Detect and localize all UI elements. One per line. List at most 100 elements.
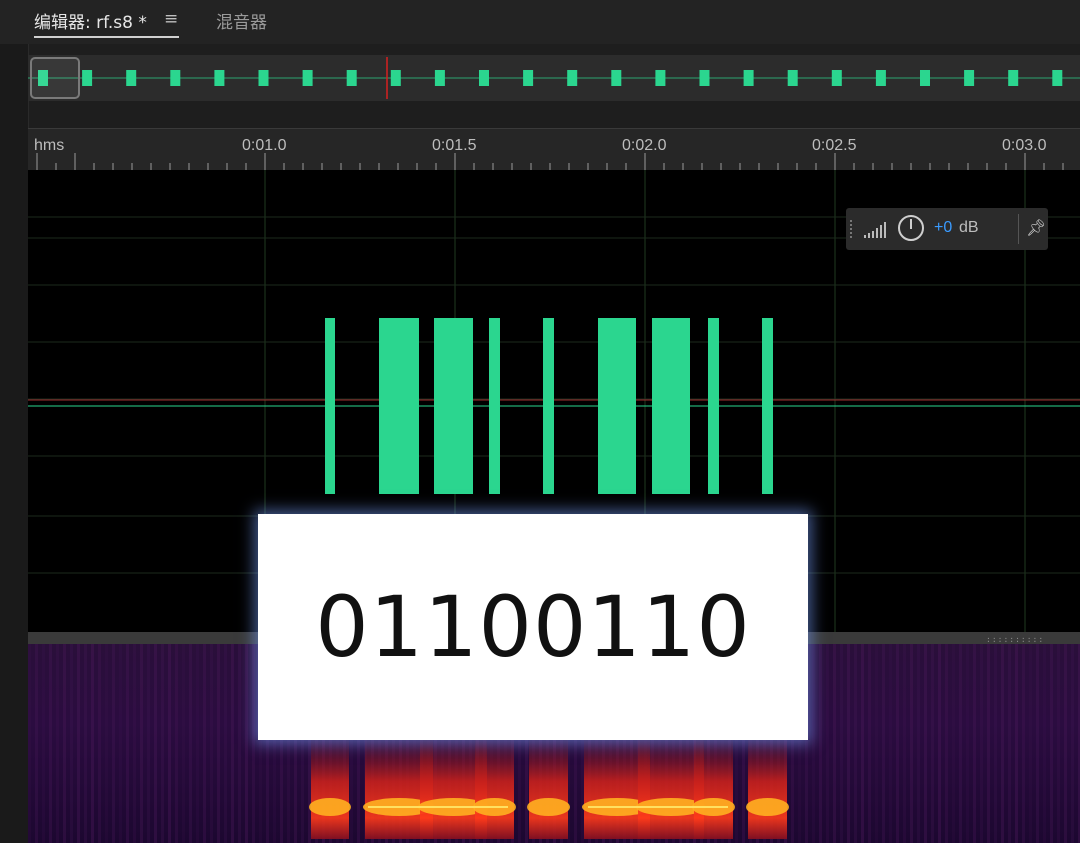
spectrogram-texture: [924, 644, 927, 843]
ruler-label-5: 0:03.0: [1002, 137, 1047, 154]
overview-block: [390, 70, 401, 86]
spectrogram-texture: [175, 644, 178, 843]
spectrogram-texture: [840, 644, 843, 843]
spectrogram-texture: [959, 644, 962, 843]
overview-zoom-handle[interactable]: [30, 57, 80, 99]
spectrogram-texture: [56, 644, 59, 843]
overview-block: [831, 70, 842, 86]
left-panel-edge: [0, 44, 29, 843]
overview-block: [920, 70, 930, 86]
spectrogram-texture: [140, 644, 143, 843]
waveform-burst: [325, 318, 335, 494]
spectrogram-texture: [847, 644, 850, 843]
spectrogram-texture: [966, 644, 969, 843]
spectrogram-texture: [1029, 644, 1032, 843]
pin-icon[interactable]: 📌︎: [1026, 218, 1046, 237]
gain-value: +0: [934, 219, 953, 236]
overview-block: [655, 70, 666, 86]
spectrogram-texture: [938, 644, 941, 843]
spectrogram-texture: [49, 644, 52, 843]
spectrogram-texture: [112, 644, 115, 843]
spectrogram-texture: [105, 644, 108, 843]
waveform-burst: [598, 318, 636, 494]
spectrogram-core: [309, 798, 351, 816]
spectrogram-texture: [882, 644, 885, 843]
spectrogram-texture: [826, 644, 829, 843]
spectrogram-texture: [987, 644, 990, 843]
overview-block: [1008, 70, 1019, 86]
waveform-burst: [762, 318, 773, 494]
overview-block: [875, 70, 886, 86]
spectrogram-texture: [1050, 644, 1053, 843]
spectrogram-texture: [231, 644, 234, 843]
tab-mixer[interactable]: 混音器: [216, 8, 267, 33]
binary-overlay-card: 01100110: [258, 514, 808, 740]
spectrogram-texture: [203, 644, 206, 843]
overview-block: [743, 70, 754, 86]
binary-value: 01100110: [315, 578, 751, 676]
waveform-burst: [652, 318, 690, 494]
tab-menu-icon[interactable]: ≡: [164, 9, 178, 29]
spectrogram-burst: [529, 734, 568, 839]
spectrogram-texture: [1008, 644, 1011, 843]
overview-block: [699, 70, 710, 86]
spectrogram-texture: [77, 644, 80, 843]
tab-editor[interactable]: 编辑器: rf.s8 *: [34, 8, 147, 33]
signal-bars-icon: [864, 222, 886, 238]
spectrogram-texture: [182, 644, 185, 843]
spectrogram-texture: [945, 644, 948, 843]
spectrogram-texture: [161, 644, 164, 843]
spectrogram-texture: [1071, 644, 1074, 843]
overview-navigator[interactable]: [28, 55, 1080, 101]
spectrogram-texture: [70, 644, 73, 843]
spectrogram-texture: [217, 644, 220, 843]
spectrogram-texture: [91, 644, 94, 843]
spectrogram-texture: [119, 644, 122, 843]
overview-block: [787, 70, 798, 86]
spectrogram-core: [746, 798, 789, 816]
overview-block: [1052, 70, 1063, 86]
editor-tab-bar: 编辑器: rf.s8 * ≡ 混音器: [0, 0, 1080, 44]
active-tab-indicator: [34, 36, 179, 38]
spectrogram-core: [527, 798, 570, 816]
ruler-ticks: [36, 153, 1064, 171]
spectrogram-texture: [168, 644, 171, 843]
hud-grip-handle[interactable]: [850, 220, 856, 238]
spectrogram-texture: [1043, 644, 1046, 843]
overview-block: [302, 70, 313, 86]
spectrogram-texture: [196, 644, 199, 843]
overview-block: [214, 70, 225, 86]
spectrogram-texture: [189, 644, 192, 843]
waveform-burst: [708, 318, 719, 494]
spectrogram-texture: [1057, 644, 1060, 843]
spectrogram-texture: [28, 644, 31, 843]
gain-knob-icon[interactable]: [898, 215, 924, 241]
spectrogram-texture: [875, 644, 878, 843]
spectrogram-texture: [931, 644, 934, 843]
spectrogram-texture: [133, 644, 136, 843]
gain-hud[interactable]: +0 dB 📌︎: [846, 208, 1048, 250]
spectrogram-texture: [1064, 644, 1067, 843]
spectrogram-texture: [854, 644, 857, 843]
overview-block: [964, 70, 975, 86]
ruler-unit-label: hms: [34, 137, 65, 154]
spectrogram-texture: [910, 644, 913, 843]
spectrogram-burst: [748, 734, 787, 839]
spectrogram-texture: [819, 644, 822, 843]
overview-block: [170, 70, 181, 86]
overview-block: [346, 70, 357, 86]
divider-grip-icon[interactable]: ::::::::::: [986, 635, 1044, 644]
spectrogram-texture: [973, 644, 976, 843]
spectrogram-texture: [812, 644, 815, 843]
time-ruler[interactable]: hms 0:01.0 0:01.5 0:02.0 0:02.5 0:03.0: [28, 128, 1080, 171]
overview-block: [479, 70, 489, 86]
overview-block: [126, 70, 137, 86]
spectrogram-texture: [861, 644, 864, 843]
ruler-label-2: 0:01.5: [432, 137, 477, 154]
spectrogram-burst: [475, 734, 514, 839]
spectrogram-texture: [1015, 644, 1018, 843]
spectrogram-texture: [84, 644, 87, 843]
spectrogram-texture: [42, 644, 45, 843]
ruler-label-1: 0:01.0: [242, 137, 287, 154]
overview-block: [567, 70, 578, 86]
